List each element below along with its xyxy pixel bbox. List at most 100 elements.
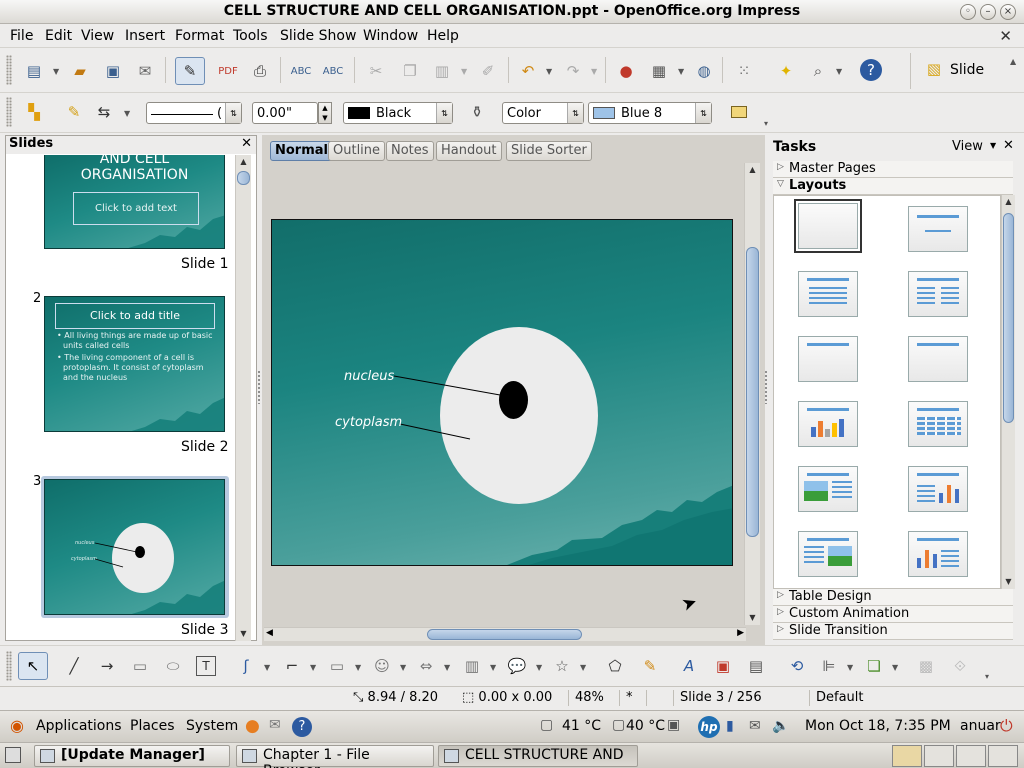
close-window-button[interactable]: × xyxy=(1000,4,1016,20)
menu-window[interactable]: Window xyxy=(363,28,418,44)
new-dropdown-icon[interactable]: ▼ xyxy=(53,67,59,76)
redo-dropdown-icon[interactable]: ▼ xyxy=(591,67,597,76)
toolbar-grip-2[interactable] xyxy=(6,97,12,127)
paste-icon[interactable]: ▥ xyxy=(430,59,454,83)
workspace-2[interactable] xyxy=(924,745,954,767)
save-icon[interactable]: ▣ xyxy=(101,59,125,83)
points-icon[interactable]: ⬠ xyxy=(603,654,627,678)
table-icon[interactable]: ▦ xyxy=(647,59,671,83)
layout-title-text-chart[interactable] xyxy=(908,466,968,512)
curve-tool-icon[interactable]: ʃ xyxy=(234,654,258,678)
table-dropdown-icon[interactable]: ▼ xyxy=(678,67,684,76)
area-color-select[interactable]: Blue 8 ⇅ xyxy=(588,102,712,124)
mail-icon[interactable]: ✉ xyxy=(269,717,281,733)
text-tool-icon[interactable]: T xyxy=(196,656,216,676)
workspace-4[interactable] xyxy=(988,745,1018,767)
slide-thumbnail-3[interactable]: nucleus cytoplasm xyxy=(44,479,225,615)
task-update-manager[interactable]: [Update Manager] xyxy=(34,745,230,767)
editor-vscrollbar[interactable]: ▲ ▼ xyxy=(744,163,760,625)
volume-icon[interactable]: 🔈 xyxy=(772,718,789,734)
interaction-icon[interactable]: ⟐ xyxy=(948,654,972,678)
tasks-view-dropdown-icon[interactable]: ▼ xyxy=(990,141,996,150)
show-desktop-icon[interactable] xyxy=(5,747,21,763)
chart-icon[interactable]: ● xyxy=(614,59,638,83)
status-signature[interactable] xyxy=(646,690,670,706)
section-layouts[interactable]: ▽ Layouts xyxy=(773,178,1013,195)
slides-scrollbar[interactable]: ▲ ▼ xyxy=(235,155,251,641)
grid-icon[interactable]: ⁙ xyxy=(732,59,756,83)
workspace-3[interactable] xyxy=(956,745,986,767)
stars-icon[interactable]: ☆ xyxy=(550,654,574,678)
basic-shapes-dropdown-icon[interactable]: ▼ xyxy=(355,663,361,672)
slide-canvas[interactable]: nucleus cytoplasm xyxy=(271,219,733,566)
drawbar-overflow-icon[interactable]: ▾ xyxy=(985,672,989,681)
line-color-select[interactable]: Black ⇅ xyxy=(343,102,453,124)
object-icon[interactable]: ▚ xyxy=(22,100,46,124)
left-splitter[interactable] xyxy=(257,370,261,404)
slide-icon[interactable]: ▧ xyxy=(922,57,946,81)
tab-handout[interactable]: Handout xyxy=(436,141,502,161)
edit-file-icon[interactable]: ✎ xyxy=(175,57,205,85)
layouts-scroll-down-icon[interactable]: ▼ xyxy=(1002,575,1015,589)
arrow-style-dropdown-icon[interactable]: ▼ xyxy=(124,109,130,118)
line-style-select[interactable]: ( ⇅ xyxy=(146,102,242,124)
zoom-icon[interactable]: ⌕ xyxy=(806,59,830,83)
block-arrows-dropdown-icon[interactable]: ▼ xyxy=(444,663,450,672)
user-menu[interactable]: anuar xyxy=(960,718,1001,734)
workspace-1[interactable] xyxy=(892,745,922,767)
fontwork-icon[interactable]: A xyxy=(677,654,701,678)
layout-title-image-text[interactable] xyxy=(798,466,858,512)
undo-icon[interactable]: ↶ xyxy=(516,59,540,83)
slide-thumbnail-1[interactable]: AND CELL ORGANISATION Click to add text xyxy=(44,155,225,249)
close-document-icon[interactable]: ✕ xyxy=(999,27,1012,45)
gallery-icon[interactable]: ▤ xyxy=(744,654,768,678)
mail-notify-icon[interactable]: ✉ xyxy=(749,718,761,734)
editor-hscroll-thumb[interactable] xyxy=(427,629,582,640)
tab-normal[interactable]: Normal xyxy=(270,141,333,161)
slides-scroll-thumb[interactable] xyxy=(237,171,250,185)
slides-scroll-down-icon[interactable]: ▼ xyxy=(236,627,251,641)
connector-dropdown-icon[interactable]: ▼ xyxy=(310,663,316,672)
arrow-style-icon[interactable]: ⇆ xyxy=(92,100,116,124)
places-menu[interactable]: Places xyxy=(130,718,175,734)
callouts-dropdown-icon[interactable]: ▼ xyxy=(536,663,542,672)
slides-scroll-up-icon[interactable]: ▲ xyxy=(236,155,251,169)
layout-title-table[interactable] xyxy=(908,401,968,447)
zoom-dropdown-icon[interactable]: ▼ xyxy=(836,67,842,76)
applications-menu[interactable]: Applications xyxy=(36,718,122,734)
extrusion-icon[interactable]: ▩ xyxy=(914,654,938,678)
block-arrows-icon[interactable]: ⇔ xyxy=(414,654,438,678)
layouts-scroll-thumb[interactable] xyxy=(1003,213,1014,423)
menu-insert[interactable]: Insert xyxy=(125,28,165,44)
tab-slide-sorter[interactable]: Slide Sorter xyxy=(506,141,592,161)
menu-edit[interactable]: Edit xyxy=(45,28,72,44)
new-document-icon[interactable]: ▤ xyxy=(22,59,46,83)
menu-tools[interactable]: Tools xyxy=(233,28,268,44)
arrange-dropdown-icon[interactable]: ▼ xyxy=(892,663,898,672)
alignment-icon[interactable]: ⊫ xyxy=(817,654,841,678)
layouts-scroll-up-icon[interactable]: ▲ xyxy=(1002,195,1015,209)
line-icon[interactable]: ✎ xyxy=(62,100,86,124)
gallery-star-icon[interactable]: ✦ xyxy=(774,59,798,83)
redo-icon[interactable]: ↷ xyxy=(561,59,585,83)
menu-format[interactable]: Format xyxy=(175,28,224,44)
undo-dropdown-icon[interactable]: ▼ xyxy=(546,67,552,76)
layout-title-chart[interactable] xyxy=(798,401,858,447)
export-pdf-icon[interactable]: PDF xyxy=(216,59,240,83)
symbol-shapes-icon[interactable]: ☺ xyxy=(370,654,394,678)
area-style-select[interactable]: Color ⇅ xyxy=(502,102,584,124)
toolbar2-overflow-icon[interactable]: ▾ xyxy=(764,119,768,128)
flowchart-icon[interactable]: ▥ xyxy=(460,654,484,678)
display-icon[interactable]: ▣ xyxy=(667,717,680,733)
section-slide-transition[interactable]: ▷ Slide Transition xyxy=(773,623,1013,640)
help-icon[interactable]: ? xyxy=(860,59,882,81)
callouts-icon[interactable]: 💬 xyxy=(505,654,529,678)
connector-tool-icon[interactable]: ⌐ xyxy=(280,654,304,678)
cut-icon[interactable]: ✂ xyxy=(364,59,388,83)
editor-scroll-down-icon[interactable]: ▼ xyxy=(745,611,760,625)
editor-hscrollbar[interactable]: ◀ ▶ xyxy=(264,627,746,641)
layout-blank[interactable] xyxy=(794,199,862,253)
drawbar-grip[interactable] xyxy=(6,651,12,681)
line-tool-icon[interactable]: ╱ xyxy=(62,654,86,678)
section-master-pages[interactable]: ▷ Master Pages xyxy=(773,161,1013,178)
